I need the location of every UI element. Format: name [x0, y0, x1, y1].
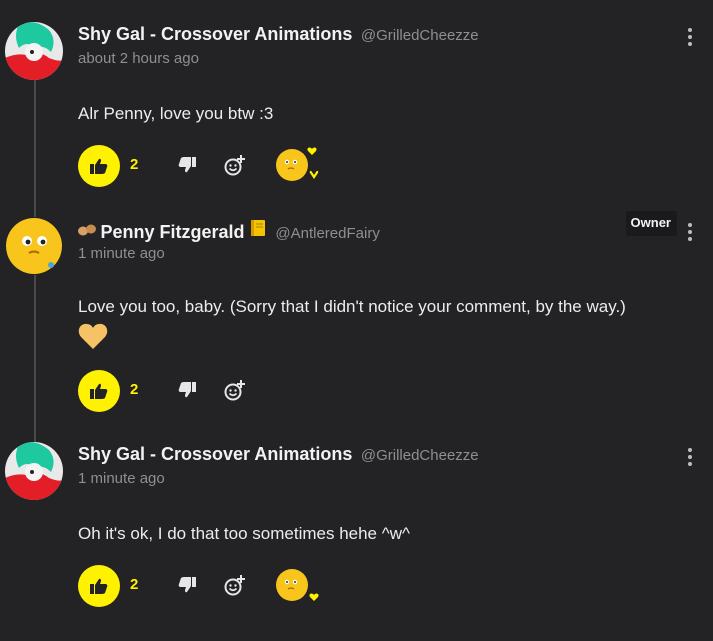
owner-badge: Owner	[625, 211, 677, 236]
comment-text: Oh it's ok, I do that too sometimes hehe…	[78, 524, 410, 543]
like-button[interactable]	[78, 145, 120, 187]
like-button[interactable]	[78, 370, 120, 412]
timestamp: about 2 hours ago	[78, 50, 199, 67]
heart-icon	[309, 593, 319, 601]
dislike-button[interactable]	[178, 382, 196, 400]
author-name[interactable]: Shy Gal - Crossover Animations	[78, 24, 352, 44]
heart-icon	[307, 147, 317, 155]
like-count: 2	[130, 381, 139, 398]
author-name[interactable]: Penny Fitzgerald	[100, 222, 244, 242]
more-vertical-icon[interactable]	[687, 223, 693, 243]
peanut-icon	[78, 224, 100, 241]
notebook-icon	[249, 220, 271, 241]
thumbs-down-icon	[178, 577, 196, 593]
like-button[interactable]	[78, 565, 120, 607]
author-name[interactable]: Shy Gal - Crossover Animations	[78, 444, 352, 464]
add-reaction-button[interactable]	[224, 574, 246, 596]
timestamp: 1 minute ago	[78, 470, 165, 487]
thumbs-down-icon	[178, 157, 196, 173]
timestamp: 1 minute ago	[78, 245, 165, 262]
avatar[interactable]	[5, 217, 63, 275]
thumbs-up-icon	[90, 578, 108, 594]
comment-header: Shy Gal - Crossover Animations @GrilledC…	[78, 444, 479, 465]
add-reaction-button[interactable]	[224, 154, 246, 176]
author-handle[interactable]: @AntleredFairy	[275, 225, 379, 242]
thumbs-down-icon	[178, 382, 196, 398]
add-reaction-icon	[224, 155, 245, 176]
reaction-avatar[interactable]	[276, 147, 319, 181]
add-reaction-button[interactable]	[224, 379, 246, 401]
add-reaction-icon	[224, 380, 245, 401]
dislike-button[interactable]	[178, 577, 196, 595]
avatar[interactable]	[5, 22, 63, 80]
reaction-avatar[interactable]	[276, 569, 319, 601]
avatar[interactable]	[5, 442, 63, 500]
author-handle[interactable]: @GrilledCheezze	[361, 27, 479, 44]
comment-header: Shy Gal - Crossover Animations @GrilledC…	[78, 24, 479, 45]
like-count: 2	[130, 576, 139, 593]
add-reaction-icon	[224, 575, 245, 596]
more-vertical-icon[interactable]	[687, 28, 693, 48]
comment-header: Penny Fitzgerald @AntleredFairy	[78, 219, 380, 243]
comment-text: Alr Penny, love you btw :3	[78, 104, 274, 123]
author-handle[interactable]: @GrilledCheezze	[361, 447, 479, 464]
heart-icon	[78, 322, 108, 355]
dislike-button[interactable]	[178, 157, 196, 175]
thumbs-up-icon	[90, 383, 108, 399]
like-count: 2	[130, 156, 139, 173]
more-vertical-icon[interactable]	[687, 448, 693, 468]
comment-text: Love you too, baby. (Sorry that I didn't…	[78, 297, 626, 316]
thumbs-up-icon	[90, 158, 108, 174]
